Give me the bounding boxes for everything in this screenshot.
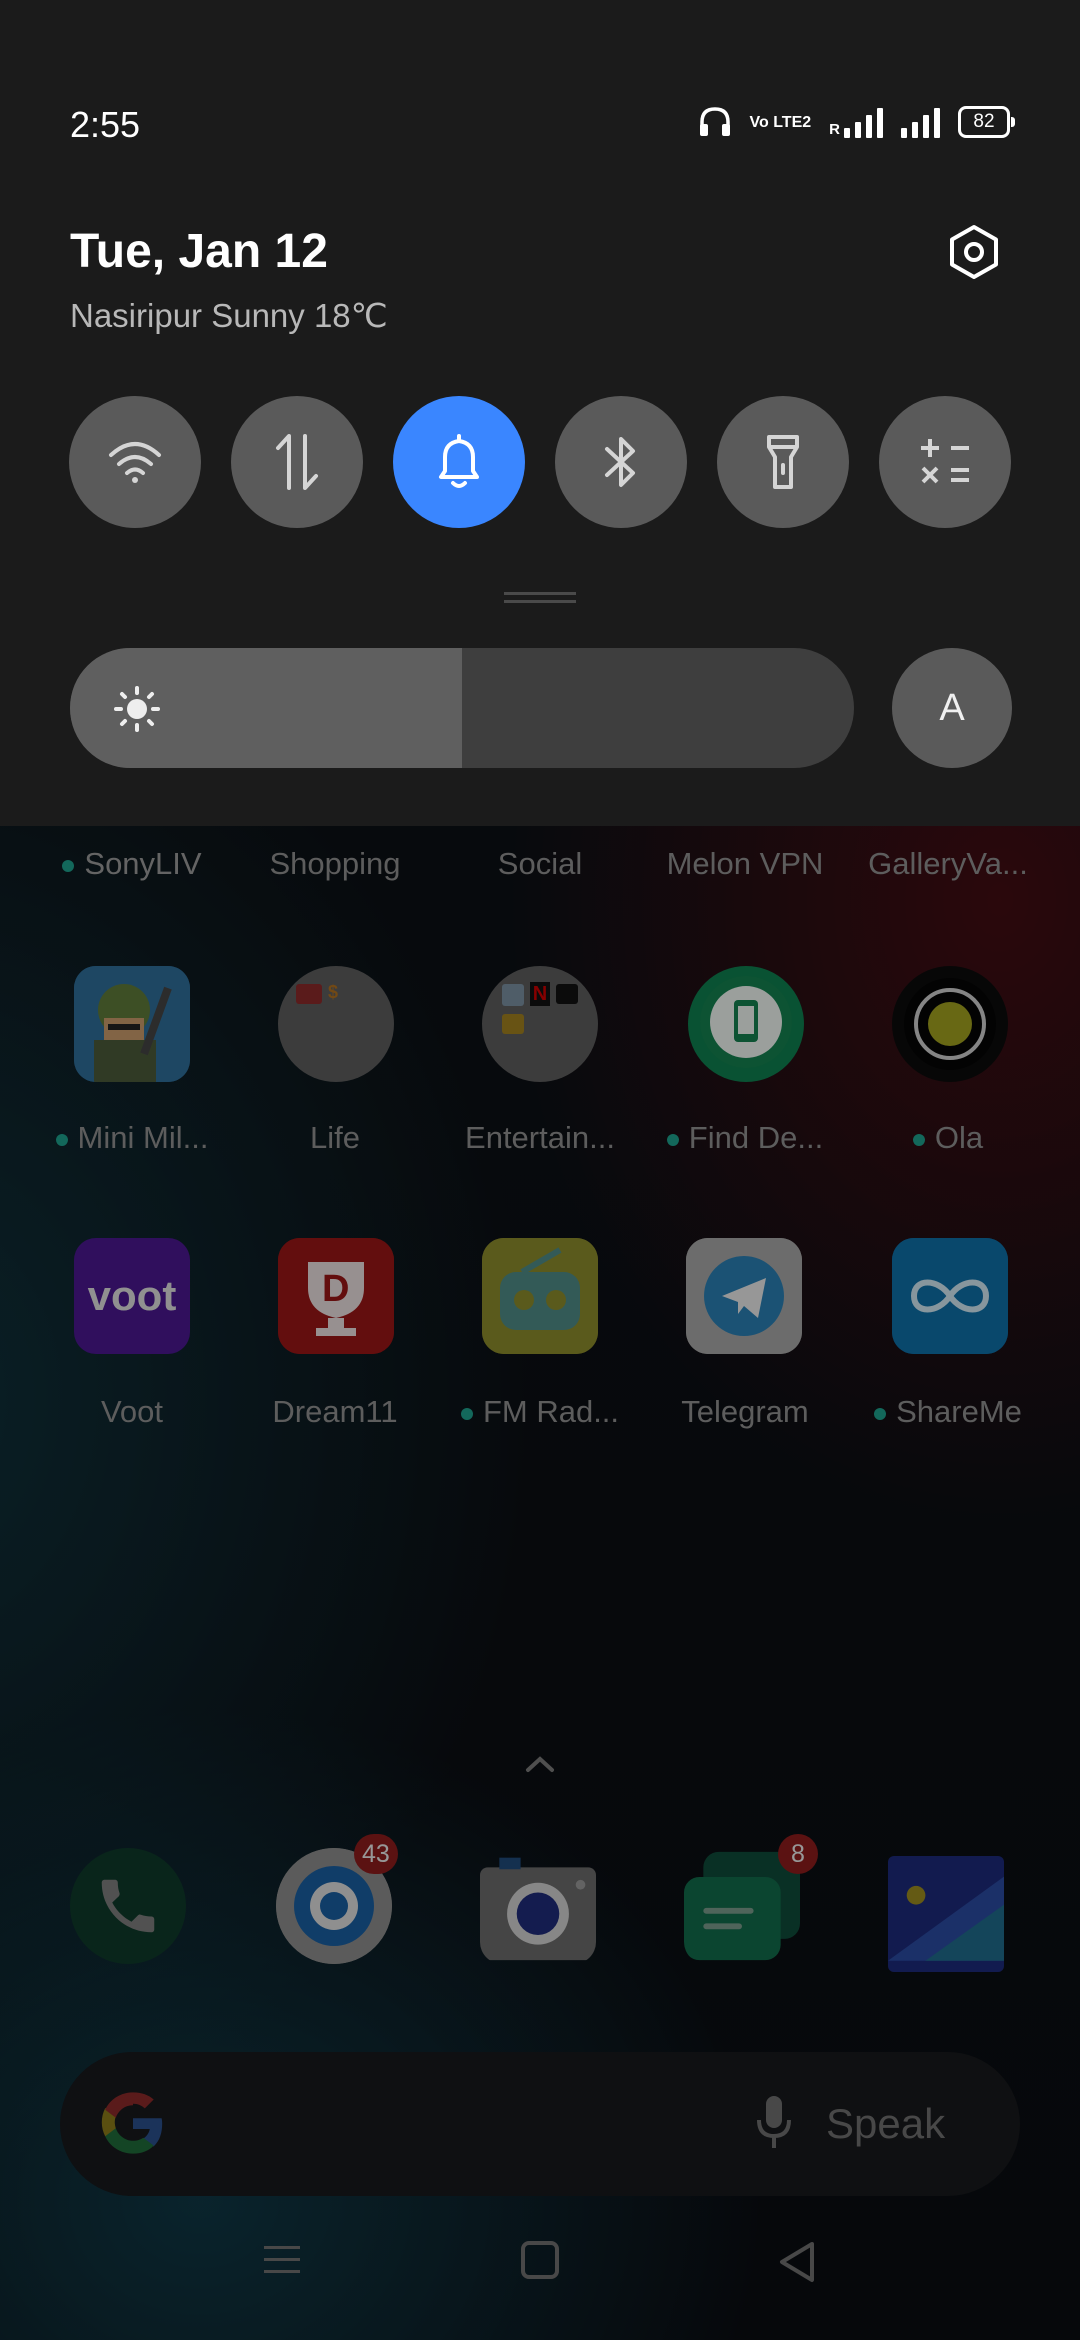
data-transfer-icon: [276, 434, 318, 490]
auto-brightness-button[interactable]: A: [892, 648, 1012, 768]
status-icons: Vo LTE2 R 82: [698, 106, 1015, 138]
sun-icon: [114, 686, 160, 732]
bell-icon: [439, 434, 479, 488]
status-time: 2:55: [70, 104, 141, 145]
weather-text[interactable]: Nasiripur Sunny 18℃: [70, 296, 388, 335]
flashlight-icon: [767, 435, 799, 489]
shade-date[interactable]: Tue, Jan 12: [70, 224, 328, 279]
bluetooth-toggle[interactable]: [555, 396, 687, 528]
signal-bars-sim1: [844, 106, 883, 138]
shade-drag-handle[interactable]: [504, 592, 576, 595]
mobile-data-toggle[interactable]: [231, 396, 363, 528]
shade-drag-handle-line: [504, 600, 576, 603]
battery-icon: 82: [958, 106, 1015, 138]
signal-bars-sim2: [901, 106, 940, 138]
gear-icon[interactable]: [946, 224, 1002, 280]
sound-toggle[interactable]: [393, 396, 525, 528]
brightness-slider[interactable]: [70, 648, 854, 768]
roaming-indicator: R: [829, 121, 840, 138]
wifi-icon: [109, 442, 161, 483]
headphones-icon: [699, 107, 730, 136]
calculator-icon: [921, 439, 969, 484]
bluetooth-icon: [605, 437, 635, 487]
flashlight-toggle[interactable]: [717, 396, 849, 528]
calculator-toggle[interactable]: [879, 396, 1011, 528]
roaming-signal-icon: R: [829, 106, 883, 138]
wifi-toggle[interactable]: [69, 396, 201, 528]
volte-icon: Vo LTE2: [749, 113, 812, 131]
quick-settings-panel: 2:55 Vo LTE2 R 82 Tue, Jan 12 Nasiripur …: [0, 0, 1080, 826]
